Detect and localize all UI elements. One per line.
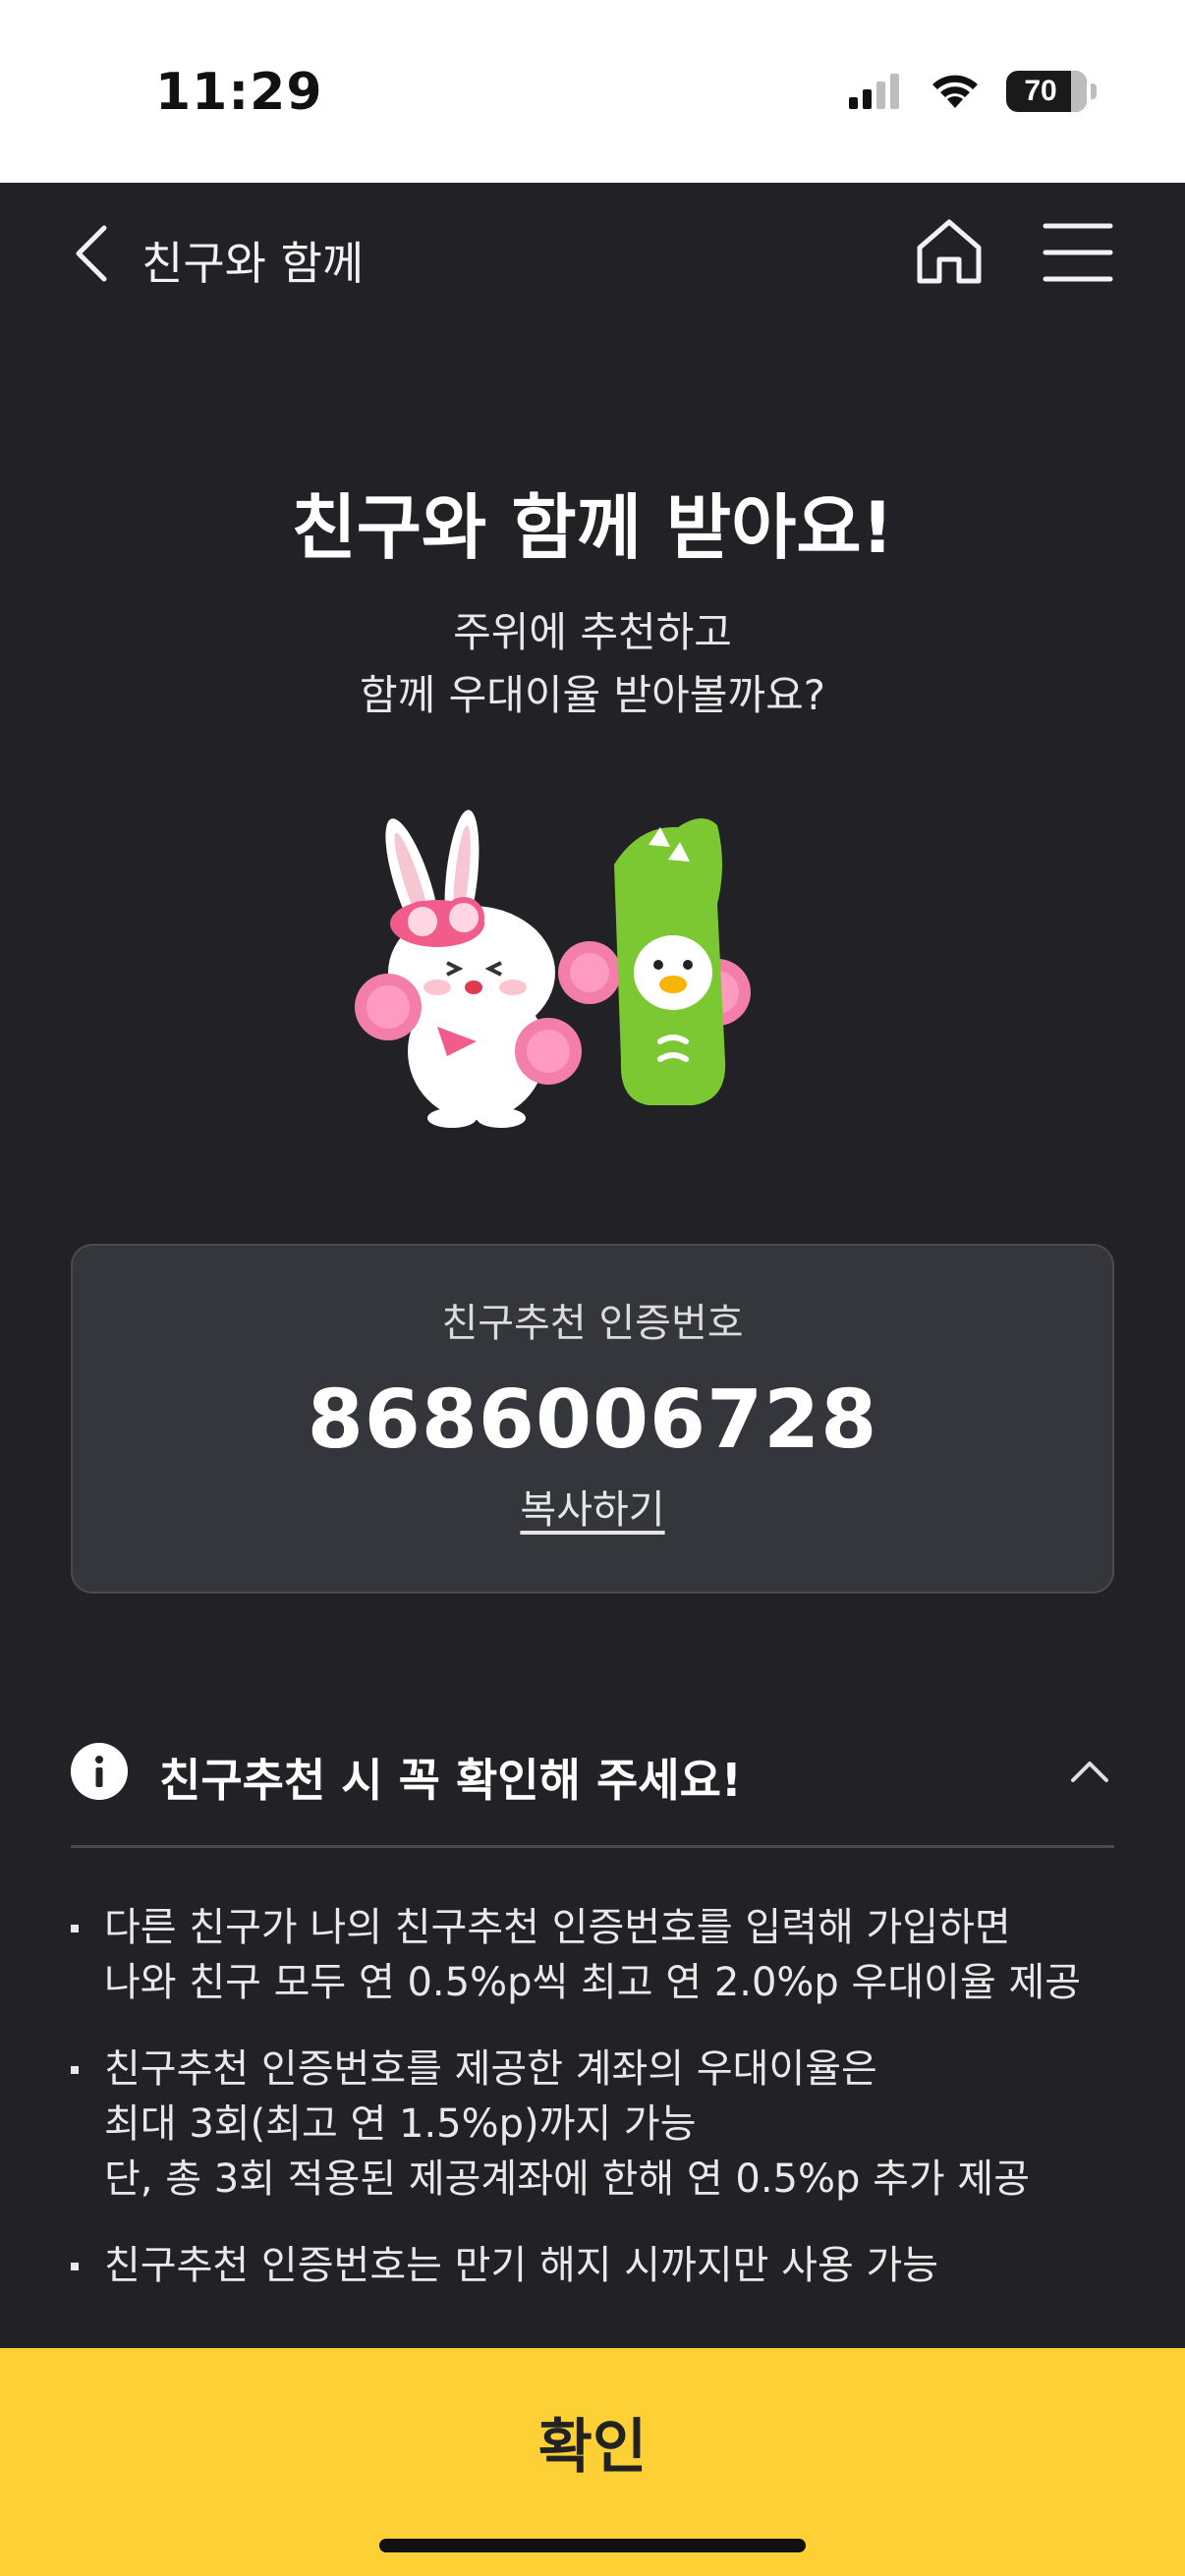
signal-icon [849, 74, 899, 109]
status-time: 11:29 [155, 63, 323, 122]
battery-level: 70 [1024, 75, 1057, 107]
status-icons: 70 [849, 71, 1097, 112]
hero-title: 친구와 함께 받아요! [291, 486, 894, 569]
notice-item-line: 다른 친구가 나의 친구추천 인증번호를 입력해 가입하면 [104, 1905, 1011, 1950]
confirm-button-label: 확인 [537, 2413, 648, 2482]
referral-code-card: 친구추천 인증번호 8686006728 복사하기 [71, 1244, 1114, 1594]
wifi-icon [932, 75, 978, 108]
notice-header[interactable]: 친구추천 시 꼭 확인해 주세요! [71, 1739, 1114, 1821]
hero-subtitle-line1: 주위에 추천하고 [453, 608, 732, 656]
notice-item: 다른 친구가 나의 친구추천 인증번호를 입력해 가입하면 나와 친구 모두 연… [71, 1900, 1132, 2010]
nav-bar: 친구와 함께 [0, 183, 1185, 324]
notice-item-line: 나와 친구 모두 연 0.5%p씩 최고 연 2.0%p 우대이율 제공 [104, 1960, 1082, 2005]
referral-code-value: 8686006728 [307, 1373, 878, 1467]
back-arrow-icon[interactable] [65, 222, 124, 285]
screen: 11:29 70 친구와 함께 친구와 함께 받아요! 주위에 추천하고 함께 … [0, 0, 1185, 2576]
notice-item-line: 최대 3회(최고 연 1.5%p)까지 가능 [104, 2101, 697, 2147]
hero-subtitle-line2: 함께 우대이율 받아볼까요? [359, 671, 826, 719]
notice-item-line: 친구추천 인증번호는 만기 해지 시까지만 사용 가능 [104, 2243, 939, 2288]
notice-list: 다른 친구가 나의 친구추천 인증번호를 입력해 가입하면 나와 친구 모두 연… [71, 1900, 1132, 2324]
home-indicator[interactable] [379, 2539, 806, 2552]
hero-subtitle: 주위에 추천하고 함께 우대이율 받아볼까요? [0, 601, 1185, 727]
home-icon[interactable] [910, 212, 988, 291]
menu-icon[interactable] [1042, 218, 1114, 287]
notice-divider [71, 1845, 1114, 1848]
status-bar: 11:29 70 [0, 0, 1185, 183]
notice-title: 친구추천 시 꼭 확인해 주세요! [159, 1754, 742, 1807]
info-icon [71, 1743, 128, 1800]
notice-item: 친구추천 인증번호는 만기 해지 시까지만 사용 가능 [71, 2238, 1132, 2293]
nav-title: 친구와 함께 [141, 237, 365, 290]
referral-code-label: 친구추천 인증번호 [441, 1301, 744, 1346]
rabbit-character [385, 810, 555, 1128]
dino-character [614, 817, 726, 1105]
chevron-up-icon[interactable] [1065, 1747, 1114, 1796]
copy-link[interactable]: 복사하기 [520, 1487, 664, 1533]
notice-item: 친구추천 인증번호를 제공한 계좌의 우대이율은 최대 3회(최고 연 1.5%… [71, 2042, 1132, 2207]
copy-link-wrapper: 복사하기 [73, 1478, 1112, 1535]
notice-item-line: 단, 총 3회 적용된 제공계좌에 한해 연 0.5%p 추가 제공 [104, 2156, 1031, 2202]
battery-icon: 70 [1006, 71, 1097, 112]
mascot-illustration [355, 810, 751, 1128]
notice-item-line: 친구추천 인증번호를 제공한 계좌의 우대이율은 [104, 2046, 877, 2092]
